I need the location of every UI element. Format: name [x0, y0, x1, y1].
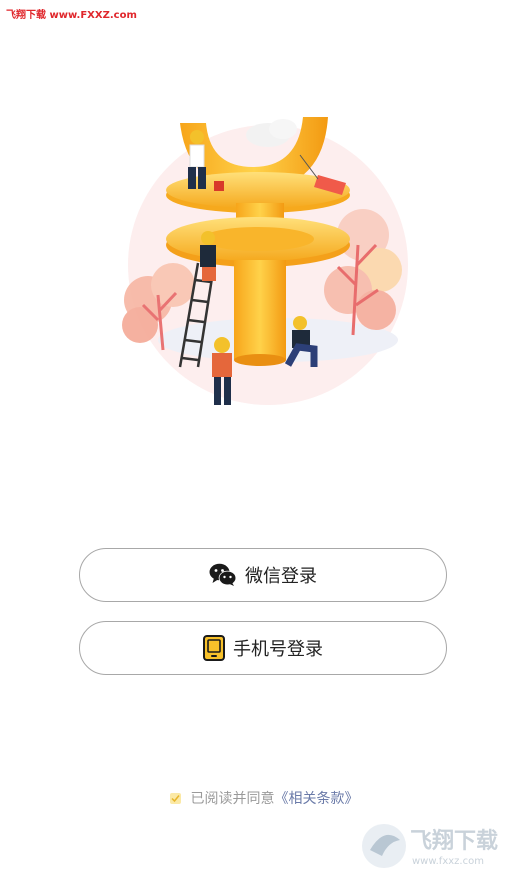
agreement-checkbox[interactable]	[169, 792, 181, 804]
watermark-top: 飞翔下载 www.FXXZ.com	[6, 10, 137, 21]
yuan-illustration	[122, 117, 408, 405]
wechat-icon	[209, 563, 237, 586]
agreement-row: 已阅读并同意 《相关条款》	[0, 788, 528, 808]
wechat-login-button[interactable]: 微信登录	[79, 548, 447, 602]
watermark-url: www.fxxz.com	[412, 856, 484, 867]
check-icon	[170, 794, 180, 802]
agreement-text: 已阅读并同意	[190, 791, 275, 807]
watermark-logo: 飞翔下载 www.fxxz.com	[362, 824, 498, 868]
phone-login-button[interactable]: 手机号登录	[79, 621, 447, 675]
worker-middle	[200, 231, 216, 281]
wechat-login-label: 微信登录	[245, 566, 317, 587]
phone-login-label: 手机号登录	[233, 639, 323, 660]
watermark-brand: 飞翔下载	[410, 828, 498, 854]
phone-icon	[203, 635, 225, 661]
terms-link[interactable]: 《相关条款》	[275, 788, 359, 808]
